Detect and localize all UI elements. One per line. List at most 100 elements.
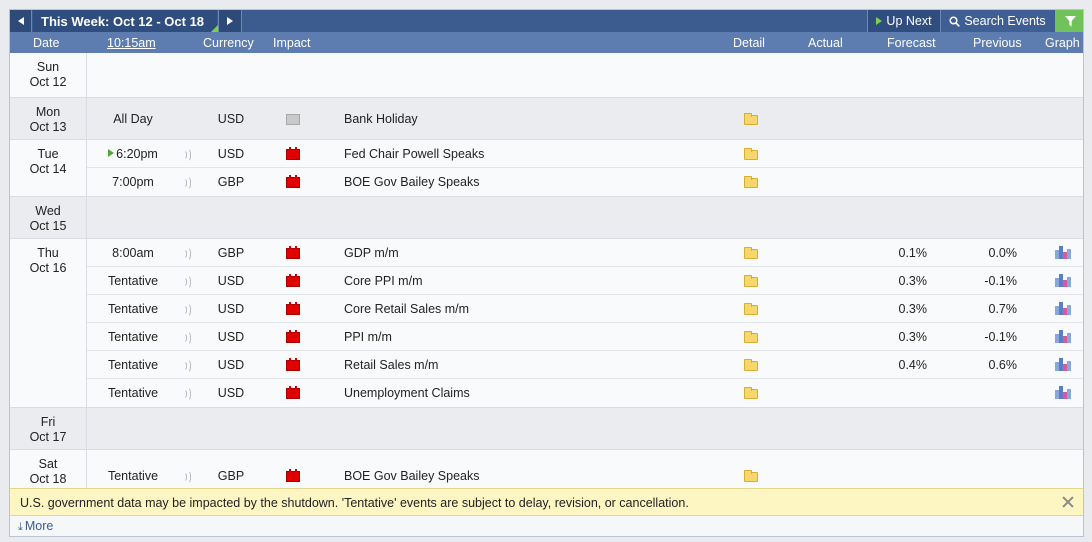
event-time-text: Tentative [107, 302, 159, 316]
next-week-button[interactable] [218, 10, 242, 32]
event-row[interactable]: Tentative USD Core PPI m/m 0.3% -0.1% [87, 267, 1083, 295]
header-time-zone-link[interactable]: 10:15am [107, 36, 156, 50]
event-title[interactable]: Fed Chair Powell Speaks [344, 147, 484, 161]
event-row[interactable]: Tentative USD Retail Sales m/m 0.4% 0.6% [87, 351, 1083, 379]
search-icon [949, 15, 961, 27]
previous-week-button[interactable] [10, 10, 32, 32]
event-row[interactable]: 6:20pm USD Fed Chair Powell Speaks [87, 140, 1083, 168]
event-time: Tentative [103, 330, 163, 344]
header-currency: Currency [203, 36, 254, 50]
event-currency: USD [217, 358, 245, 372]
sound-alert-icon[interactable] [183, 275, 191, 289]
detail-folder-icon[interactable] [744, 387, 758, 399]
event-previous: 0.6% [988, 358, 1018, 372]
event-title[interactable]: PPI m/m [344, 330, 392, 344]
week-range-title[interactable]: This Week: Oct 12 - Oct 18 [33, 10, 218, 32]
event-forecast: 0.3% [898, 330, 928, 344]
header-previous: Previous [973, 36, 1022, 50]
header-impact: Impact [273, 36, 311, 50]
day-label: Wed Oct 15 [10, 197, 86, 234]
day-weekday: Mon [35, 105, 61, 119]
high-impact-folder-icon [286, 175, 300, 188]
day-events [86, 408, 1083, 449]
sound-alert-icon[interactable] [183, 470, 191, 484]
more-link[interactable]: ⤓ More [18, 519, 53, 534]
detail-folder-icon[interactable] [744, 303, 758, 315]
triangle-left-icon [17, 17, 24, 25]
detail-folder-icon[interactable] [744, 470, 758, 482]
empty-day-row [87, 408, 1083, 449]
event-time: Tentative [103, 302, 163, 316]
event-previous: -0.1% [984, 330, 1017, 344]
event-title[interactable]: Core Retail Sales m/m [344, 302, 469, 316]
graph-bar-chart-icon[interactable] [1055, 273, 1072, 287]
event-time-text: Tentative [107, 469, 159, 483]
event-title[interactable]: GDP m/m [344, 246, 399, 260]
up-next-button[interactable]: Up Next [867, 10, 940, 32]
event-title[interactable]: Bank Holiday [344, 112, 418, 126]
event-time-text: Tentative [107, 358, 159, 372]
filter-funnel-icon [1064, 15, 1076, 26]
sound-alert-icon[interactable] [183, 331, 191, 345]
day-weekday: Fri [40, 415, 56, 429]
event-title[interactable]: Unemployment Claims [344, 386, 470, 400]
event-row[interactable]: Tentative USD Unemployment Claims [87, 379, 1083, 407]
calendar-rows: Sun Oct 12 Mon Oct 13 All Day USD Bank Holiday… [10, 53, 1083, 502]
event-time-text: Tentative [107, 386, 159, 400]
day-label: Sun Oct 12 [10, 53, 86, 90]
event-forecast: 0.1% [898, 246, 928, 260]
up-next-play-icon [108, 149, 115, 157]
sound-alert-icon[interactable] [183, 148, 191, 162]
event-row[interactable]: 8:00am GBP GDP m/m 0.1% 0.0% [87, 239, 1083, 267]
day-label: Mon Oct 13 [10, 98, 86, 135]
event-time: 6:20pm [103, 147, 163, 161]
close-x-icon[interactable] [1061, 495, 1075, 509]
week-range-label: This Week: Oct 12 - Oct 18 [41, 13, 205, 29]
sound-alert-icon[interactable] [183, 247, 191, 261]
header-detail: Detail [733, 36, 765, 50]
day-events: 8:00am GBP GDP m/m 0.1% 0.0% Tentative USD Core… [86, 239, 1083, 407]
filter-button[interactable] [1055, 10, 1083, 32]
event-title[interactable]: Core PPI m/m [344, 274, 423, 288]
detail-folder-icon[interactable] [744, 176, 758, 188]
graph-icon-bar [1067, 361, 1071, 371]
detail-folder-icon[interactable] [744, 148, 758, 160]
day-label: Sat Oct 18 [10, 450, 86, 487]
detail-folder-icon[interactable] [744, 359, 758, 371]
event-currency: USD [217, 147, 245, 161]
event-title[interactable]: Retail Sales m/m [344, 358, 438, 372]
high-impact-folder-icon [286, 246, 300, 259]
event-time: Tentative [103, 274, 163, 288]
day-date: Oct 18 [29, 472, 67, 486]
header-date: Date [33, 36, 60, 50]
detail-folder-icon[interactable] [744, 275, 758, 287]
event-title[interactable]: BOE Gov Bailey Speaks [344, 175, 479, 189]
event-currency: USD [217, 330, 245, 344]
sound-alert-icon[interactable] [183, 303, 191, 317]
graph-bar-chart-icon[interactable] [1055, 357, 1072, 371]
detail-folder-icon[interactable] [744, 247, 758, 259]
event-row[interactable]: Tentative USD PPI m/m 0.3% -0.1% [87, 323, 1083, 351]
event-row[interactable]: Tentative USD Core Retail Sales m/m 0.3% 0.7… [87, 295, 1083, 323]
sound-alert-icon[interactable] [183, 176, 191, 190]
high-impact-folder-icon [286, 469, 300, 482]
current-week-marker [211, 25, 218, 32]
day-date: Oct 15 [29, 219, 67, 233]
detail-folder-icon[interactable] [744, 113, 758, 125]
day-group: Tue Oct 14 6:20pm USD Fed Chair Powell Speak… [10, 140, 1083, 197]
sound-alert-icon[interactable] [183, 359, 191, 373]
graph-bar-chart-icon[interactable] [1055, 385, 1072, 399]
high-impact-folder-icon [286, 386, 300, 399]
graph-bar-chart-icon[interactable] [1055, 245, 1072, 259]
event-title[interactable]: BOE Gov Bailey Speaks [344, 469, 479, 483]
day-date: Oct 12 [29, 75, 67, 89]
graph-bar-chart-icon[interactable] [1055, 301, 1072, 315]
search-events-button[interactable]: Search Events [940, 10, 1054, 32]
high-impact-folder-icon [286, 358, 300, 371]
event-row[interactable]: 7:00pm GBP BOE Gov Bailey Speaks [87, 168, 1083, 196]
event-row[interactable]: All Day USD Bank Holiday [87, 98, 1083, 139]
sound-alert-icon[interactable] [183, 387, 191, 401]
detail-folder-icon[interactable] [744, 331, 758, 343]
day-date: Oct 14 [29, 162, 67, 176]
graph-bar-chart-icon[interactable] [1055, 329, 1072, 343]
